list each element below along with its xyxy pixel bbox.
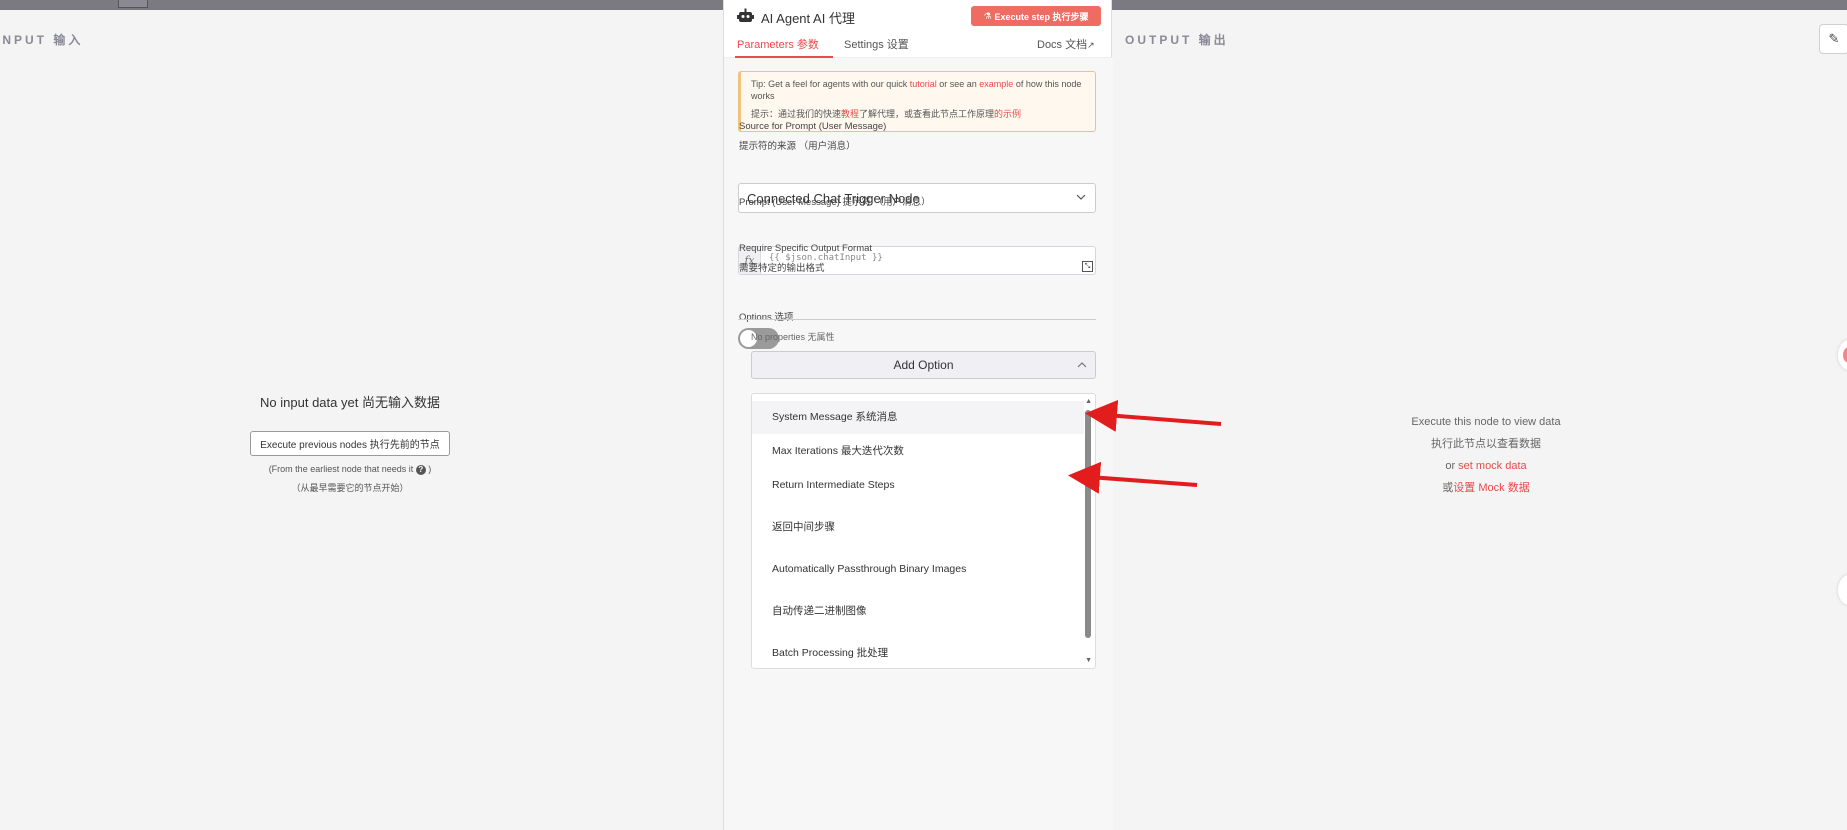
top-bar-tab[interactable] xyxy=(118,0,148,8)
parameters-body: Tip: Get a feel for agents with our quic… xyxy=(724,58,1113,830)
chevron-up-icon xyxy=(1077,362,1087,368)
options-divider xyxy=(738,319,1096,320)
input-empty-state: No input data yet 尚无输入数据 Execute previou… xyxy=(210,392,490,494)
execute-to-view-text-cn: 执行此节点以查看数据 xyxy=(1431,438,1541,450)
connector-handle[interactable] xyxy=(1838,575,1847,605)
scroll-up-arrow[interactable]: ▲ xyxy=(1085,398,1092,405)
source-prompt-label: Source for Prompt (User Message) xyxy=(739,121,887,132)
tip-text-cn: 提示：通过我们的快速教程了解代理，或查看此节点工作原理的示例 xyxy=(751,109,1022,119)
from-earliest-note: (From the earliest node that needs it ? … xyxy=(268,464,432,475)
execute-previous-nodes-button[interactable]: Execute previous nodes 执行先前的节点 xyxy=(250,431,450,456)
options-label: Options 选项 xyxy=(739,312,794,323)
option-item-max-iterations[interactable]: Max Iterations 最大迭代次数 xyxy=(752,435,1084,468)
panel-header: AI Agent AI 代理 ⚗ Execute step 执行步骤 xyxy=(724,0,1113,30)
tab-docs[interactable]: Docs 文档↗ xyxy=(1037,36,1095,52)
external-link-icon: ↗ xyxy=(1087,40,1095,50)
pencil-icon: ✎ xyxy=(1828,31,1840,46)
option-item-batch-processing[interactable]: Batch Processing 批处理 xyxy=(752,637,1084,668)
example-link-cn[interactable]: 的示例 xyxy=(994,109,1021,119)
option-item-return-intermediate-steps[interactable]: Return Intermediate Steps xyxy=(752,469,1084,502)
output-format-label: Require Specific Output Format xyxy=(739,243,873,254)
output-empty-state: Execute this node to view data 执行此节点以查看数… xyxy=(1380,411,1592,499)
mock-data-line-cn: 或设置 Mock 数据 xyxy=(1442,482,1530,494)
option-item-return-intermediate-steps-cn[interactable]: 返回中间步骤 xyxy=(752,511,1084,544)
panel-tabs: Parameters 参数 Settings 设置 Docs 文档↗ xyxy=(724,34,1113,58)
connector-handle[interactable] xyxy=(1838,340,1847,370)
input-section-label: INPUT 输入 xyxy=(0,33,84,47)
tab-settings[interactable]: Settings 设置 xyxy=(844,36,909,52)
no-input-title: No input data yet 尚无输入数据 xyxy=(260,395,440,410)
execute-to-view-text: Execute this node to view data xyxy=(1411,416,1561,428)
tip-text: Tip: Get a feel for agents with our quic… xyxy=(751,79,1082,101)
example-link[interactable]: example xyxy=(979,79,1013,89)
chevron-down-icon xyxy=(1076,194,1086,200)
from-earliest-note-cn: （从最早需要它的节点开始） xyxy=(291,483,409,493)
set-mock-data-link-cn[interactable]: 设置 Mock 数据 xyxy=(1453,482,1529,494)
edit-output-button[interactable]: ✎ xyxy=(1819,24,1847,54)
prompt-label: Prompt (User Message) 提示符 （用户消息） xyxy=(739,197,931,208)
scroll-down-arrow[interactable]: ▼ xyxy=(1085,657,1092,664)
robot-icon xyxy=(737,8,754,22)
option-item-passthrough-binary-images-cn[interactable]: 自动传递二进制图像 xyxy=(752,595,1084,628)
output-section-label: OUTPUT 输出 xyxy=(1125,33,1229,47)
add-option-dropdown: System Message 系统消息 Max Iterations 最大迭代次… xyxy=(751,393,1096,669)
tutorial-link-cn[interactable]: 教程 xyxy=(841,109,859,119)
help-icon[interactable]: ? xyxy=(415,465,426,475)
dropdown-scrollbar[interactable] xyxy=(1085,410,1091,638)
add-option-button[interactable]: Add Option xyxy=(751,351,1096,379)
no-properties-text: No properties 无属性 xyxy=(751,332,835,342)
source-prompt-label-cn: 提示符的来源 （用户消息） xyxy=(739,141,856,152)
flask-icon: ⚗ xyxy=(983,10,992,21)
option-item-system-message[interactable]: System Message 系统消息 xyxy=(752,401,1084,434)
expand-icon[interactable]: ⤡ xyxy=(1082,261,1093,272)
output-format-label-cn: 需要特定的输出格式 xyxy=(739,263,825,274)
set-mock-data-link[interactable]: set mock data xyxy=(1458,460,1526,472)
mock-data-line: or set mock data xyxy=(1445,460,1527,472)
node-title: AI Agent AI 代理 xyxy=(761,11,855,26)
execute-step-button[interactable]: ⚗ Execute step 执行步骤 xyxy=(971,6,1101,26)
option-item-passthrough-binary-images[interactable]: Automatically Passthrough Binary Images xyxy=(752,553,1084,586)
node-details-panel: AI Agent AI 代理 ⚗ Execute step 执行步骤 Param… xyxy=(723,0,1113,830)
tab-parameters[interactable]: Parameters 参数 xyxy=(735,36,833,58)
tutorial-link[interactable]: tutorial xyxy=(910,79,937,89)
